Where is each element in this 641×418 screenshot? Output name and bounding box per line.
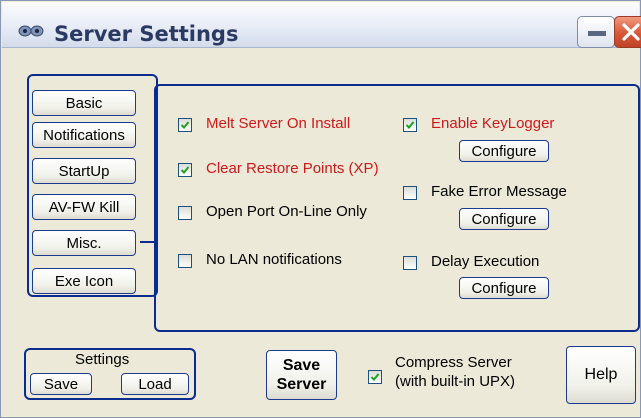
alien-eyes-icon [18,25,44,37]
melt-server-label: Melt Server On Install [206,115,351,132]
settings-load-button[interactable]: Load [121,373,189,395]
server-settings-window: Server Settings Basic Notifications Star… [0,0,641,418]
keylogger-configure-button[interactable]: Configure [459,140,549,162]
close-icon [622,23,640,41]
save-server-line2: Server [276,376,327,393]
help-button[interactable]: Help [566,346,636,404]
settings-group-label: Settings [75,351,130,368]
nav-exe-icon-button[interactable]: Exe Icon [32,268,136,294]
nav-startup-button[interactable]: StartUp [32,158,136,184]
fake-error-label: Fake Error Message [431,183,567,200]
keylogger-label: Enable KeyLogger [431,115,555,132]
nav-misc-button[interactable]: Misc. [32,230,136,256]
clear-restore-label: Clear Restore Points (XP) [206,160,379,177]
close-button[interactable] [614,16,641,48]
nav-av-fw-kill-button[interactable]: AV-FW Kill [32,194,136,220]
title-bar[interactable]: Server Settings [2,2,641,48]
minimize-button[interactable] [577,16,615,48]
save-server-button[interactable]: Save Server [266,350,337,400]
client-area: Basic Notifications StartUp AV-FW Kill M… [9,56,640,416]
window-title: Server Settings [54,22,239,46]
settings-save-button[interactable]: Save [30,373,92,395]
minimize-icon [588,31,606,36]
no-lan-label: No LAN notifications [206,251,342,268]
delay-execution-label: Delay Execution [431,253,540,270]
checkmark-icon [180,121,190,129]
checkmark-icon [405,121,415,129]
checkmark-icon [370,373,380,381]
checkmark-icon [180,166,190,174]
open-port-label: Open Port On-Line Only [206,203,367,220]
compress-server-label: Compress Server [395,354,512,371]
nav-notifications-button[interactable]: Notifications [32,122,136,148]
compress-server-sublabel: (with built-in UPX) [395,373,516,390]
save-server-line1: Save [282,357,321,374]
nav-basic-button[interactable]: Basic [32,90,136,116]
fake-error-configure-button[interactable]: Configure [459,208,549,230]
delay-execution-configure-button[interactable]: Configure [459,277,549,299]
